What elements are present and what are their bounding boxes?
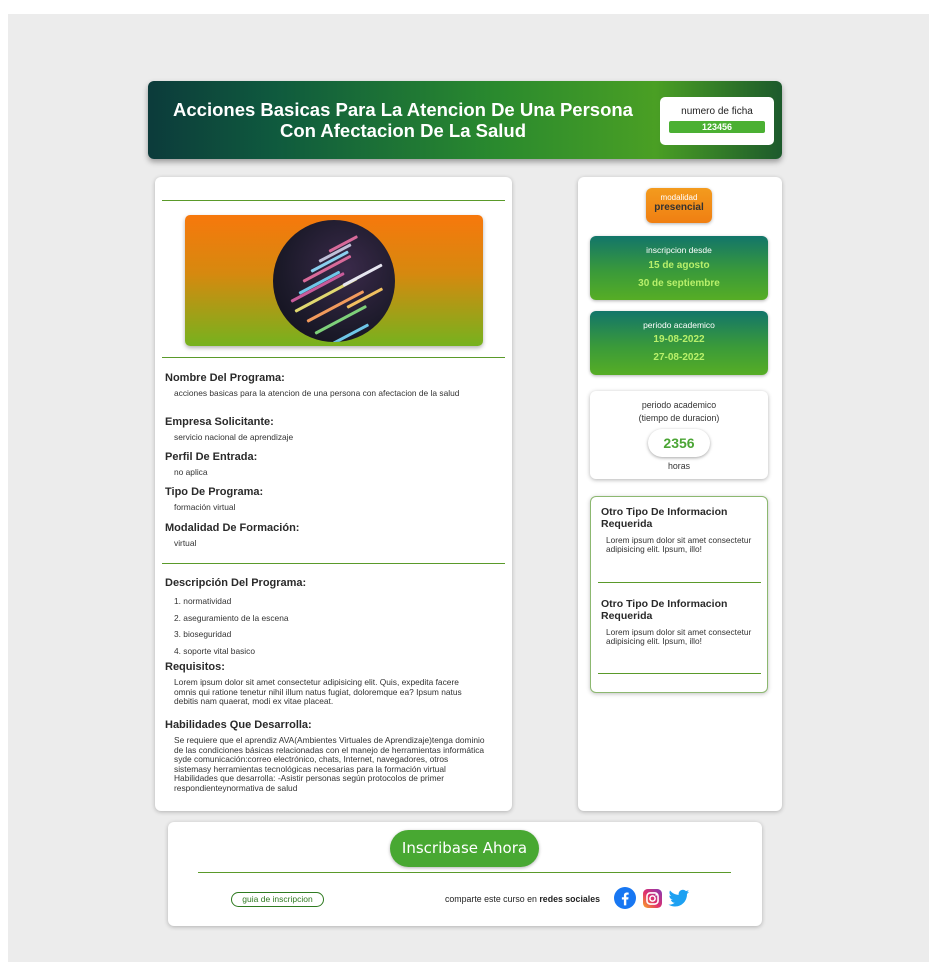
- twitter-icon[interactable]: [668, 887, 690, 909]
- section-title: Modalidad De Formación:: [165, 522, 300, 534]
- info-title: Otro Tipo De Informacion Requerida: [601, 598, 728, 622]
- section-text: Lorem ipsum dolor sit amet consectetur a…: [174, 677, 462, 706]
- section-text: formación virtual: [174, 502, 236, 512]
- duration-hours: 2356: [648, 429, 710, 457]
- duration-unit: horas: [667, 461, 690, 471]
- skills-section: Habilidades Que Desarrolla: Se requiere …: [165, 719, 505, 793]
- program-details-card: Nombre Del Programa: acciones basicas pa…: [155, 177, 512, 811]
- instagram-icon[interactable]: [643, 889, 662, 908]
- divider: [598, 673, 761, 674]
- section-title: Descripción Del Programa:: [165, 577, 307, 589]
- modality-label: modalidad: [660, 193, 698, 202]
- divider: [198, 872, 731, 873]
- list-item: 4. soporte vital basico: [174, 645, 256, 656]
- program-banner: [185, 215, 483, 346]
- section-title: Requisitos:: [165, 661, 225, 673]
- section-title: Habilidades Que Desarrolla:: [165, 719, 312, 731]
- period-label: periodo academico: [643, 320, 715, 330]
- enrollment-end: 30 de septiembre: [638, 278, 720, 289]
- modality-value: presencial: [654, 202, 704, 213]
- section-title: Empresa Solicitante:: [165, 416, 274, 428]
- section-text: servicio nacional de aprendizaje: [174, 432, 294, 442]
- enrollment-label: inscripcion desde: [646, 245, 712, 255]
- program-name-section: Nombre Del Programa: acciones basicas pa…: [165, 372, 505, 399]
- facebook-icon[interactable]: [614, 887, 636, 909]
- section-text: Se requiere que el aprendiz AVA(Ambiente…: [174, 735, 485, 793]
- enrollment-guide-link[interactable]: guia de inscripcion: [231, 892, 324, 907]
- list-item: 2. aseguramiento de la escena: [174, 612, 289, 623]
- info-text: Lorem ipsum dolor sit amet consectetur a…: [606, 627, 752, 647]
- modality-badge: modalidad presencial: [646, 188, 712, 223]
- ficha-label: numero de ficha: [681, 106, 753, 117]
- course-title: Acciones Basicas Para La Atencion De Una…: [173, 99, 633, 141]
- enroll-now-button[interactable]: Inscribase Ahora: [390, 830, 539, 867]
- enroll-footer-card: Inscribase Ahora guia de inscripcion com…: [168, 822, 762, 926]
- duration-sublabel: (tiempo de duracion): [638, 413, 720, 423]
- section-text: acciones basicas para la atencion de una…: [174, 388, 460, 398]
- period-start: 19-08-2022: [653, 334, 705, 345]
- section-text: virtual: [174, 538, 197, 548]
- period-end: 27-08-2022: [653, 352, 705, 363]
- share-prefix: comparte este curso en: [445, 894, 540, 904]
- ficha-card: numero de ficha 123456: [660, 97, 774, 145]
- info-title: Otro Tipo De Informacion Requerida: [601, 506, 728, 530]
- info-text: Lorem ipsum dolor sit amet consectetur a…: [606, 535, 752, 555]
- divider: [598, 582, 761, 583]
- divider: [162, 357, 505, 358]
- duration-label: periodo academico: [641, 400, 717, 410]
- modality-section: Modalidad De Formación: virtual: [165, 522, 505, 549]
- entry-profile-section: Perfil De Entrada: no aplica: [165, 451, 505, 478]
- course-header: Acciones Basicas Para La Atencion De Una…: [148, 81, 782, 159]
- program-image: [273, 220, 395, 342]
- divider: [162, 563, 505, 564]
- share-text: comparte este curso en redes sociales: [445, 894, 600, 904]
- section-title: Nombre Del Programa:: [165, 372, 285, 384]
- extra-info-box: Otro Tipo De Informacion Requerida Lorem…: [590, 496, 768, 693]
- course-info-sidebar: modalidad presencial inscripcion desde 1…: [578, 177, 782, 811]
- section-title: Tipo De Programa:: [165, 486, 264, 498]
- description-section: Descripción Del Programa: 1. normativida…: [165, 577, 505, 662]
- academic-period-box: periodo academico 19-08-2022 27-08-2022: [590, 311, 768, 375]
- divider: [162, 200, 505, 201]
- enrollment-start: 15 de agosto: [648, 260, 710, 271]
- section-title: Perfil De Entrada:: [165, 451, 258, 463]
- requirements-section: Requisitos: Lorem ipsum dolor sit amet c…: [165, 661, 505, 707]
- list-item: 1. normatividad: [174, 596, 232, 606]
- duration-box: periodo academico (tiempo de duracion) 2…: [590, 391, 768, 479]
- program-type-section: Tipo De Programa: formación virtual: [165, 486, 505, 513]
- list-item: 3. bioseguridad: [174, 629, 232, 639]
- company-section: Empresa Solicitante: servicio nacional d…: [165, 416, 505, 443]
- ficha-number: 123456: [669, 121, 765, 133]
- enrollment-dates-box: inscripcion desde 15 de agosto 30 de sep…: [590, 236, 768, 300]
- section-text: no aplica: [174, 467, 208, 477]
- share-social-label: redes sociales: [539, 894, 601, 904]
